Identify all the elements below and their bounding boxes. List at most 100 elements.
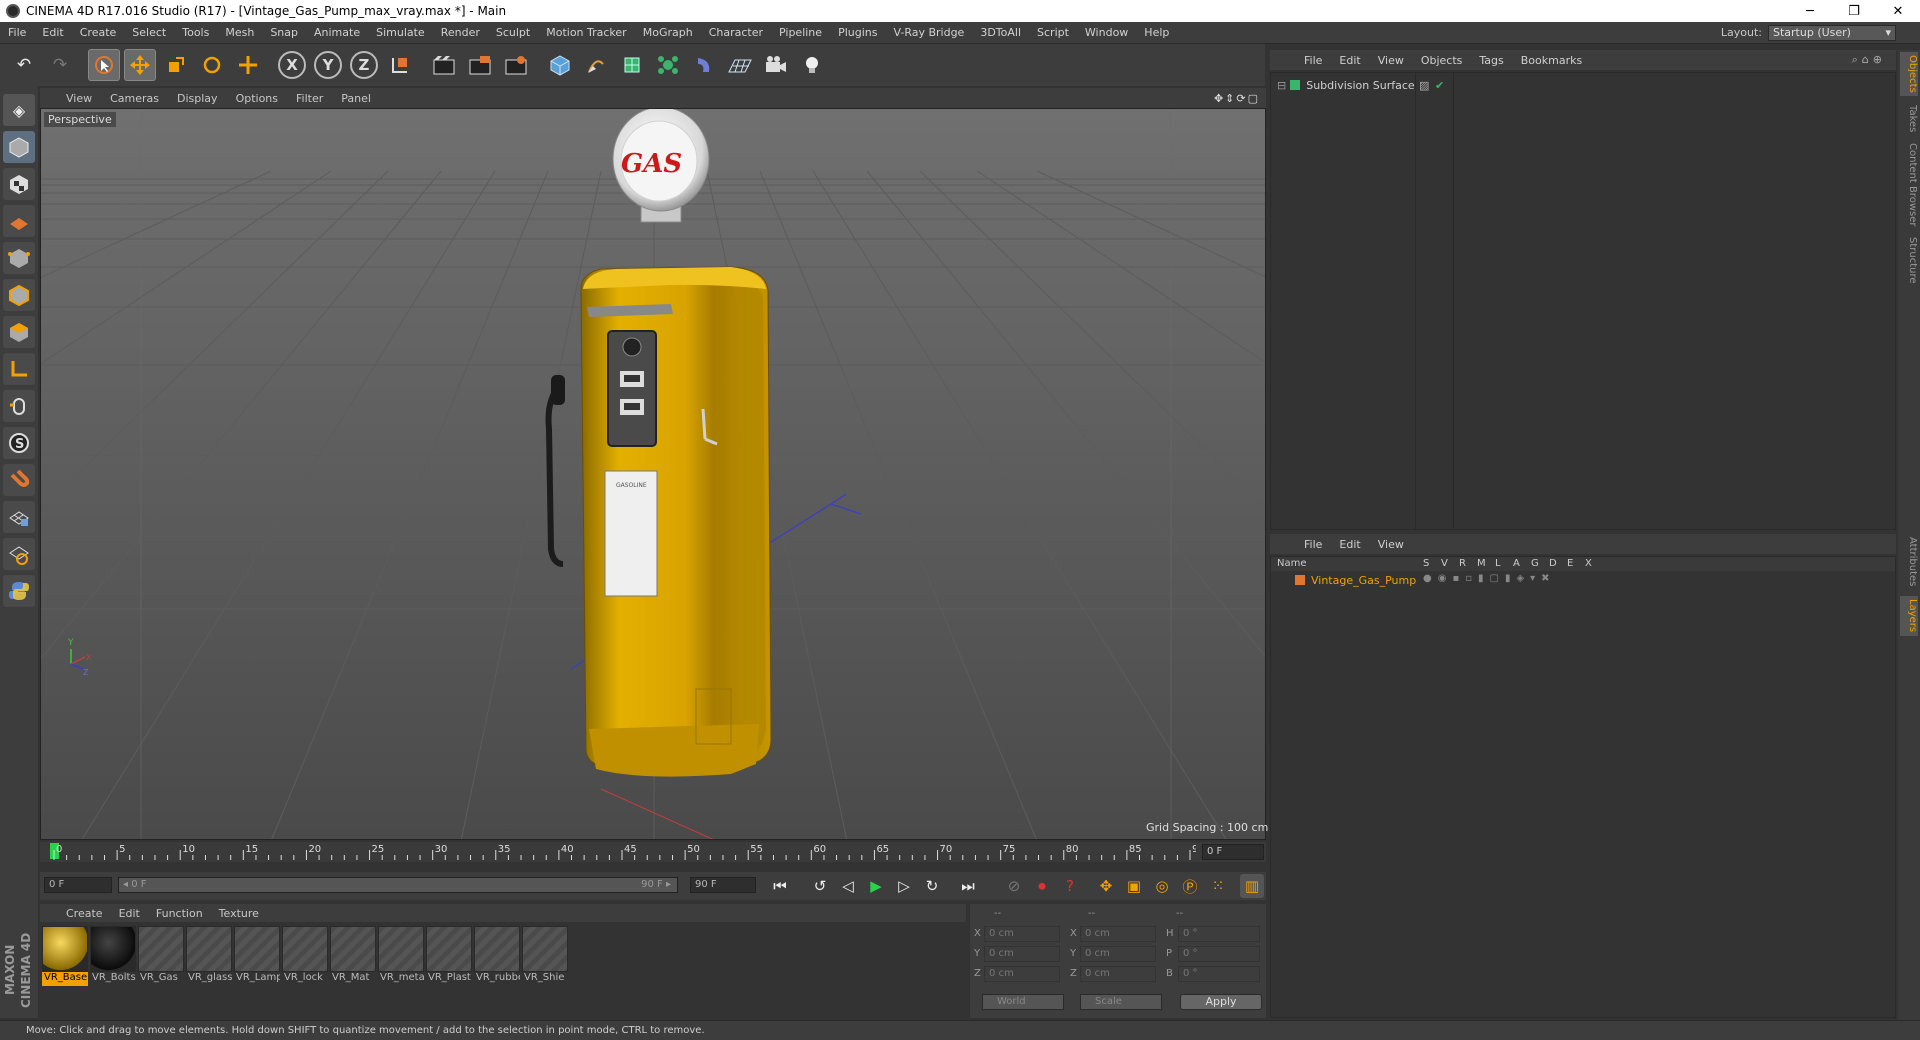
tweak-icon[interactable] — [3, 390, 35, 422]
apply-button[interactable]: Apply — [1180, 994, 1262, 1010]
pen-icon[interactable] — [580, 49, 612, 81]
menu-character[interactable]: Character — [701, 26, 771, 39]
objects-manager[interactable]: ⊟ Subdivision Surface ▨ ✔ — [1270, 72, 1896, 530]
key-scale-icon[interactable]: ▣ — [1122, 874, 1146, 898]
record-disabled-icon[interactable]: ⊘ — [1002, 874, 1026, 898]
menu-script[interactable]: Script — [1029, 26, 1077, 39]
subdivision-icon[interactable] — [616, 49, 648, 81]
menu-create[interactable]: Create — [72, 26, 125, 39]
material-item[interactable]: VR_glass — [186, 926, 232, 986]
key-position-icon[interactable]: ✥ — [1094, 874, 1118, 898]
coordinate-space-dropdown[interactable]: World — [982, 994, 1064, 1010]
material-menu-create[interactable]: Create — [66, 907, 103, 920]
menu-select[interactable]: Select — [124, 26, 174, 39]
rotate-icon[interactable] — [196, 49, 228, 81]
objects-menu-edit[interactable]: Edit — [1339, 54, 1360, 67]
menu-simulate[interactable]: Simulate — [368, 26, 433, 39]
menu-plugins[interactable]: Plugins — [830, 26, 885, 39]
go-to-start-icon[interactable]: ⏮ — [768, 874, 792, 898]
layers-menu-file[interactable]: File — [1304, 538, 1322, 551]
layout-dropdown[interactable]: Startup (User) — [1768, 24, 1896, 41]
expand-icon[interactable]: ⊟ — [1277, 79, 1286, 92]
size-y-field[interactable]: 0 cm — [1080, 946, 1156, 962]
deformer-icon[interactable] — [688, 49, 720, 81]
axis-mode-icon[interactable] — [3, 353, 35, 385]
material-item[interactable]: VR_lock — [282, 926, 328, 986]
timeline-ticks[interactable]: 0 5 10 15 20 25 30 35 40 45 50 55 60 65 70 75 80 85 90 — [50, 842, 1196, 862]
model-mode-icon[interactable] — [3, 131, 35, 163]
menu-render[interactable]: Render — [433, 26, 488, 39]
menu-vray-bridge[interactable]: V-Ray Bridge — [885, 26, 972, 39]
position-x-field[interactable]: 0 cm — [984, 926, 1060, 942]
objects-menu-tags[interactable]: Tags — [1479, 54, 1503, 67]
prev-frame-icon[interactable]: ◁ — [836, 874, 860, 898]
menu-pipeline[interactable]: Pipeline — [771, 26, 830, 39]
texture-mode-icon[interactable] — [3, 168, 35, 200]
layers-menu-view[interactable]: View — [1378, 538, 1404, 551]
play-icon[interactable]: ▶ — [864, 874, 888, 898]
render-view-icon[interactable] — [428, 49, 460, 81]
menu-edit[interactable]: Edit — [34, 26, 71, 39]
next-key-icon[interactable]: ↻ — [920, 874, 944, 898]
record-keys-icon[interactable]: ⏺ — [1030, 874, 1054, 898]
size-z-field[interactable]: 0 cm — [1080, 966, 1156, 982]
floor-icon[interactable] — [724, 49, 756, 81]
position-z-field[interactable]: 0 cm — [984, 966, 1060, 982]
rotation-h-field[interactable]: 0 ° — [1178, 926, 1260, 942]
menu-tools[interactable]: Tools — [174, 26, 217, 39]
material-item[interactable]: VR_Mat — [330, 926, 376, 986]
restore-button[interactable]: ❐ — [1832, 4, 1876, 19]
tab-layers[interactable]: Layers — [1900, 596, 1918, 636]
material-menu-edit[interactable]: Edit — [119, 907, 140, 920]
perspective-viewport[interactable]: GASOLINE GAS Y X Z — [40, 108, 1266, 840]
coordinate-system-icon[interactable] — [384, 49, 416, 81]
cube-icon[interactable] — [544, 49, 576, 81]
menu-window[interactable]: Window — [1077, 26, 1136, 39]
menu-3dtoall[interactable]: 3DToAll — [972, 26, 1029, 39]
menu-animate[interactable]: Animate — [306, 26, 368, 39]
layer-row-vintage-gas-pump[interactable]: Vintage_Gas_Pump ●◉▪▫▮▢▮◈▾✖ — [1271, 573, 1895, 589]
z-axis-icon[interactable]: Z — [348, 49, 380, 81]
menu-snap[interactable]: Snap — [262, 26, 306, 39]
make-editable-icon[interactable]: ◈ — [3, 94, 35, 126]
key-rotation-icon[interactable]: ◎ — [1150, 874, 1174, 898]
x-axis-icon[interactable]: X — [276, 49, 308, 81]
layer-manager[interactable]: Name S V R M L A G D E X Vintage_Gas_Pum… — [1270, 556, 1896, 1018]
viewport-navigation-icons[interactable]: ✥⇕⟳▢ — [1214, 92, 1266, 105]
workplane-icon[interactable] — [3, 205, 35, 237]
object-row-subdivision-surface[interactable]: ⊟ Subdivision Surface ▨ ✔ — [1271, 77, 1895, 93]
material-item[interactable]: VR_Plast — [426, 926, 472, 986]
light-icon[interactable] — [796, 49, 828, 81]
tab-structure[interactable]: Structure — [1900, 234, 1918, 286]
tab-attributes[interactable]: Attributes — [1900, 534, 1918, 590]
material-item[interactable]: VR_Lamp — [234, 926, 280, 986]
tab-takes[interactable]: Takes — [1900, 102, 1918, 136]
size-mode-dropdown[interactable]: Scale — [1080, 994, 1162, 1010]
live-select-icon[interactable] — [88, 49, 120, 81]
python-icon[interactable] — [3, 575, 35, 607]
prev-key-icon[interactable]: ↺ — [808, 874, 832, 898]
y-axis-icon[interactable]: Y — [312, 49, 344, 81]
end-frame-field[interactable]: 0 F — [1202, 844, 1264, 860]
points-mode-icon[interactable] — [3, 242, 35, 274]
autokey-icon[interactable]: ? — [1058, 874, 1082, 898]
objects-menu-file[interactable]: File — [1304, 54, 1322, 67]
next-frame-icon[interactable]: ▷ — [892, 874, 916, 898]
material-item[interactable]: VR_Base — [42, 926, 88, 986]
move-plus-icon[interactable] — [232, 49, 264, 81]
render-settings-icon[interactable] — [500, 49, 532, 81]
magnet-icon[interactable] — [3, 464, 35, 496]
minimize-button[interactable]: ─ — [1788, 4, 1832, 19]
material-menu-function[interactable]: Function — [156, 907, 203, 920]
current-frame-field[interactable]: 0 F — [44, 877, 112, 893]
move-icon[interactable] — [124, 49, 156, 81]
menu-mograph[interactable]: MoGraph — [635, 26, 701, 39]
objects-menu-bookmarks[interactable]: Bookmarks — [1521, 54, 1582, 67]
menu-motion-tracker[interactable]: Motion Tracker — [538, 26, 634, 39]
tab-objects[interactable]: Objects — [1900, 52, 1918, 96]
material-item[interactable]: VR_rubber — [474, 926, 520, 986]
key-parameter-icon[interactable]: Ⓟ — [1178, 874, 1202, 898]
cloner-icon[interactable] — [652, 49, 684, 81]
snap-icon[interactable] — [3, 501, 35, 533]
solo-icon[interactable]: S — [3, 427, 35, 459]
